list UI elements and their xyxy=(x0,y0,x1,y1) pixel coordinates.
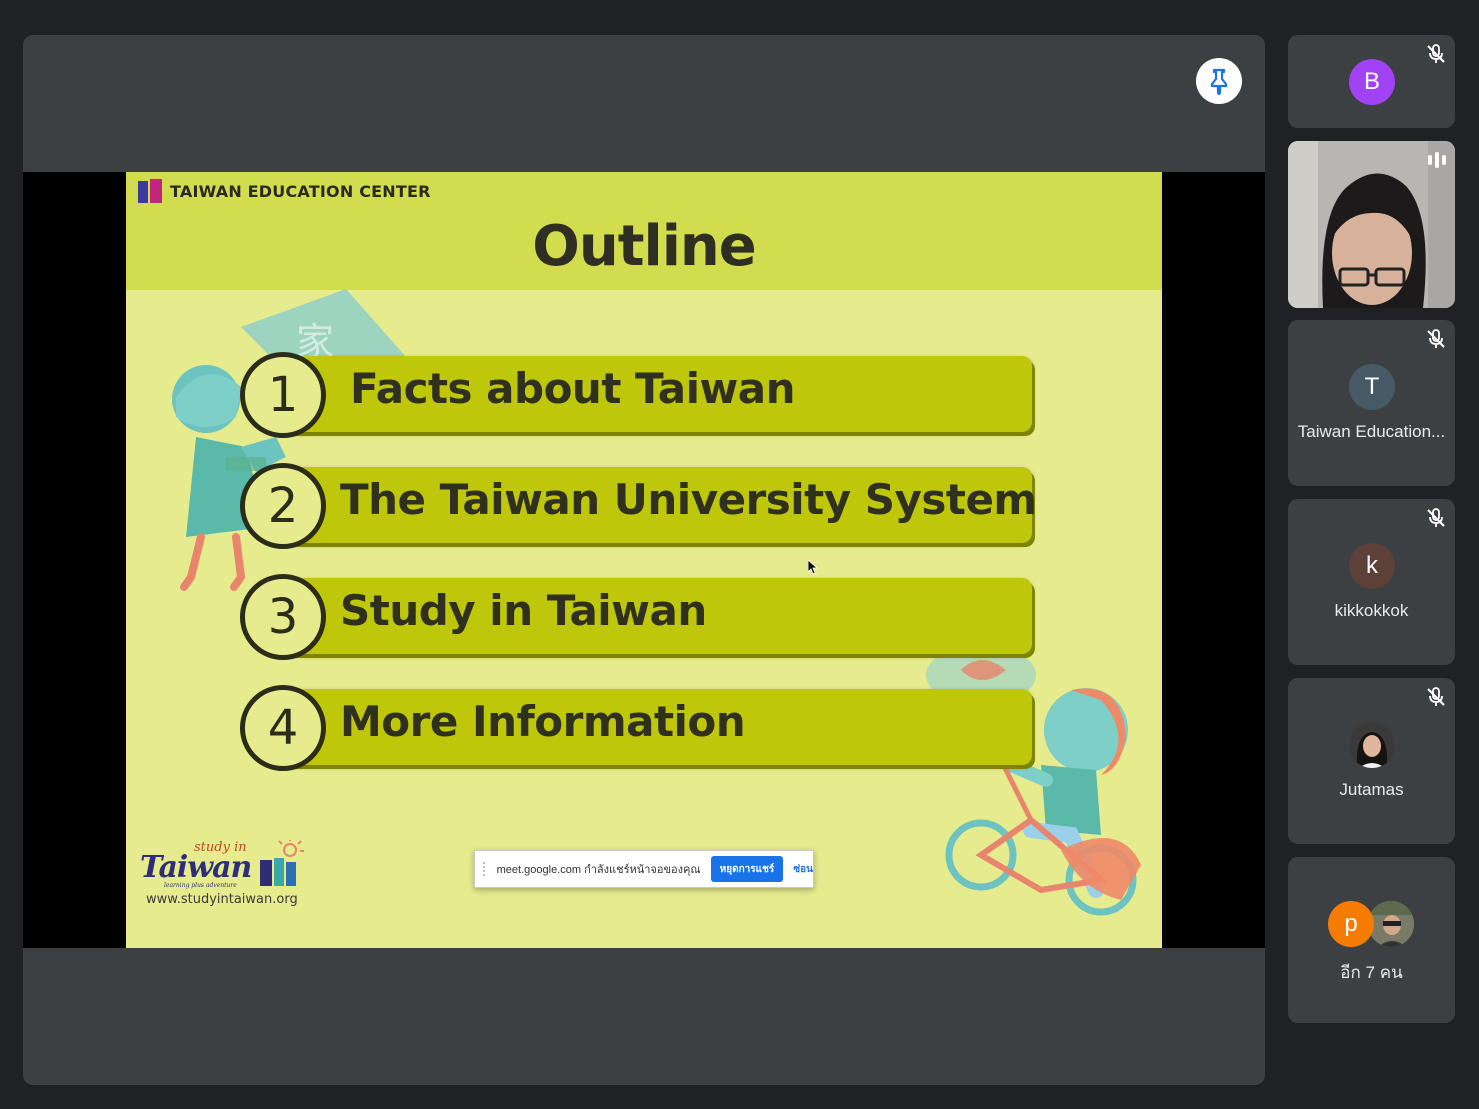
avatar-photo xyxy=(1368,901,1414,947)
tec-logo: TAIWAN EDUCATION CENTER xyxy=(138,179,431,203)
logo-graphic-icon xyxy=(260,840,304,886)
avatar: T xyxy=(1349,364,1395,410)
participant-tile-more[interactable]: p อีก 7 คน xyxy=(1288,857,1455,1023)
slide-title: Outline xyxy=(532,214,756,279)
screen-share-area: TAIWAN EDUCATION CENTER Outline 家 1 Fact… xyxy=(23,172,1265,948)
participant-name: Jutamas xyxy=(1339,780,1404,799)
tec-logo-icon xyxy=(138,179,164,203)
presentation-slide: TAIWAN EDUCATION CENTER Outline 家 1 Fact… xyxy=(126,172,1162,948)
logo-tagline: learning plus adventure xyxy=(164,882,237,889)
participant-tile-kikkokkok[interactable]: k kikkokkok xyxy=(1288,499,1455,665)
avatar: k xyxy=(1349,543,1395,589)
more-participants-label: อีก 7 คน xyxy=(1340,963,1403,982)
mic-off-icon xyxy=(1427,687,1445,706)
speaking-indicator-icon xyxy=(1428,152,1446,168)
stop-sharing-button[interactable]: หยุดการแชร์ xyxy=(710,856,784,882)
drag-handle-icon[interactable] xyxy=(483,862,489,876)
outline-number: 1 xyxy=(240,352,326,438)
outline-number: 2 xyxy=(240,463,326,549)
avatar-photo xyxy=(1349,722,1395,768)
mic-off-icon xyxy=(1427,44,1445,63)
profile-photo xyxy=(1349,722,1395,768)
outline-label: Study in Taiwan xyxy=(340,586,707,635)
profile-photo xyxy=(1368,901,1414,947)
study-in-taiwan-logo: study in Taiwan learning plus adventure … xyxy=(138,840,318,940)
mic-off-icon xyxy=(1427,508,1445,527)
outline-number: 3 xyxy=(240,574,326,660)
pin-button[interactable] xyxy=(1196,58,1242,104)
participant-name: Taiwan Education... xyxy=(1297,422,1446,441)
tec-brand-text: TAIWAN EDUCATION CENTER xyxy=(170,181,431,201)
avatar: B xyxy=(1349,59,1395,105)
mouse-cursor-icon xyxy=(808,560,818,575)
mic-off-icon xyxy=(1427,329,1445,348)
outline-label: The Taiwan University System xyxy=(340,475,1037,524)
participant-tile-jutamas[interactable]: Jutamas xyxy=(1288,678,1455,844)
logo-script-big: Taiwan xyxy=(140,850,252,885)
outline-label: Facts about Taiwan xyxy=(350,364,796,413)
girl-with-kite-illustration: 家 xyxy=(172,289,406,591)
outline-label: More Information xyxy=(340,697,746,746)
outline-item-1: 1 Facts about Taiwan xyxy=(240,352,1034,438)
screen-share-banner: meet.google.com กำลังแชร์หน้าจอของคุณ หย… xyxy=(474,850,814,888)
avatar: p xyxy=(1328,901,1374,947)
participant-tile-b[interactable]: B xyxy=(1288,35,1455,128)
pin-icon xyxy=(1210,68,1228,95)
logo-url: www.studyintaiwan.org xyxy=(146,892,298,907)
share-banner-text: meet.google.com กำลังแชร์หน้าจอของคุณ xyxy=(496,864,701,876)
participant-tile-video[interactable] xyxy=(1288,141,1455,308)
hide-banner-button[interactable]: ซ่อน xyxy=(793,862,813,877)
outline-item-4: 4 More Information xyxy=(240,685,1034,771)
outline-item-3: 3 Study in Taiwan xyxy=(240,574,1034,660)
participant-tile-taiwan-education[interactable]: T Taiwan Education... xyxy=(1288,320,1455,486)
outline-number: 4 xyxy=(240,685,326,771)
participant-name: kikkokkok xyxy=(1334,601,1409,620)
main-stage: TAIWAN EDUCATION CENTER Outline 家 1 Fact… xyxy=(23,35,1265,1085)
outline-item-2: 2 The Taiwan University System xyxy=(240,463,1037,549)
